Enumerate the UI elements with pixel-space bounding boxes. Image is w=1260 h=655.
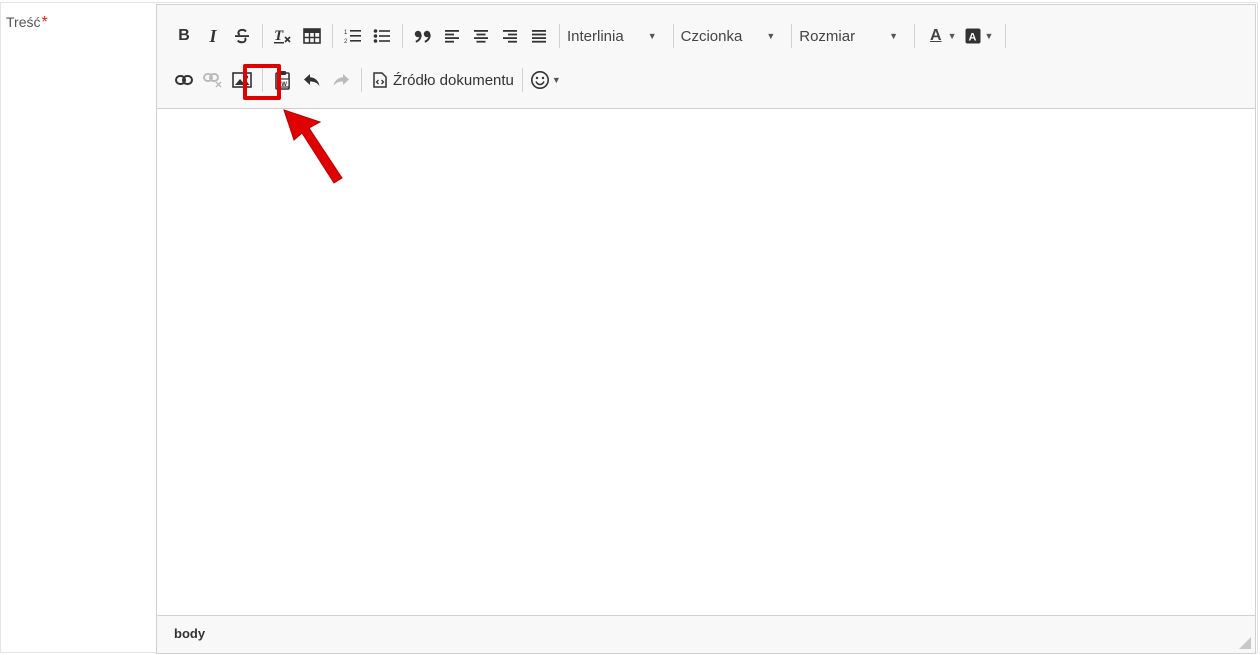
editor-content-area[interactable] — [157, 109, 1255, 616]
remove-format-icon: T — [274, 28, 291, 44]
strikethrough-icon — [235, 28, 249, 44]
element-path[interactable]: body — [174, 626, 205, 641]
svg-text:1: 1 — [344, 30, 348, 36]
table-button[interactable] — [299, 23, 325, 49]
justify-icon — [532, 30, 546, 43]
strikethrough-button[interactable] — [229, 23, 255, 49]
bold-button[interactable]: B — [171, 23, 197, 49]
editor-toolbar: B I T 1 2 Interlinia ▼ Czcionka ▼ Rozmia… — [157, 5, 1255, 109]
align-right-icon — [503, 30, 517, 43]
image-button-highlight — [243, 64, 281, 100]
redo-button[interactable] — [328, 67, 354, 93]
caret-down-icon: ▼ — [766, 31, 776, 41]
align-center-button[interactable] — [468, 23, 494, 49]
caret-down-icon: ▼ — [984, 31, 994, 41]
pointer-arrow-icon — [283, 109, 343, 184]
line-height-dropdown[interactable]: Interlinia ▼ — [567, 22, 667, 50]
align-center-icon — [474, 30, 488, 43]
unlink-icon — [203, 73, 222, 88]
caret-down-icon: ▼ — [551, 75, 561, 85]
svg-text:2: 2 — [344, 39, 348, 45]
font-label: Czcionka — [680, 27, 743, 45]
toolbar-separator — [914, 24, 916, 48]
toolbar-separator — [402, 24, 403, 48]
toolbar-separator — [521, 68, 523, 92]
bulleted-list-button[interactable] — [369, 23, 395, 49]
numbered-list-icon: 1 2 — [344, 30, 361, 45]
toolbar-separator — [332, 24, 333, 48]
remove-format-button[interactable]: T — [270, 23, 296, 49]
toolbar-row-1: B I T 1 2 Interlinia ▼ Czcionka ▼ Rozmia… — [171, 19, 1013, 53]
align-right-button[interactable] — [497, 23, 523, 49]
quote-icon — [414, 30, 431, 43]
redo-icon — [333, 74, 349, 86]
field-label: Treść* — [6, 14, 48, 32]
caret-down-icon: ▼ — [947, 31, 957, 41]
justify-button[interactable] — [526, 23, 552, 49]
toolbar-separator — [1005, 24, 1007, 48]
font-dropdown[interactable]: Czcionka ▼ — [681, 22, 786, 50]
unlink-button[interactable] — [200, 67, 226, 93]
font-size-label: Rozmiar — [799, 27, 856, 45]
background-color-button[interactable]: A ▼ — [965, 22, 1000, 50]
source-icon — [373, 72, 387, 88]
toolbar-separator — [791, 24, 793, 48]
align-left-button[interactable] — [439, 23, 465, 49]
link-icon — [175, 75, 193, 85]
bulleted-list-icon — [373, 29, 390, 43]
smiley-icon — [530, 71, 549, 89]
toolbar-separator — [262, 24, 263, 48]
undo-button[interactable] — [299, 67, 325, 93]
text-color-button[interactable]: A ▼ — [922, 22, 962, 50]
svg-text:A: A — [968, 32, 976, 44]
link-button[interactable] — [171, 67, 197, 93]
editor-statusbar: body — [157, 615, 1255, 653]
svg-text:T: T — [274, 28, 284, 44]
caret-down-icon: ▼ — [889, 31, 899, 41]
blockquote-button[interactable] — [410, 23, 436, 49]
background-color-icon: A — [965, 28, 980, 44]
emoji-button[interactable]: ▼ — [530, 66, 561, 94]
line-height-label: Interlinia — [567, 27, 624, 45]
svg-text:W: W — [281, 82, 287, 88]
toolbar-separator — [559, 24, 560, 48]
font-size-dropdown[interactable]: Rozmiar ▼ — [799, 22, 908, 50]
toolbar-separator — [672, 24, 674, 48]
undo-icon — [304, 74, 320, 86]
resize-handle-icon[interactable] — [1239, 637, 1251, 649]
italic-button[interactable]: I — [200, 23, 226, 49]
toolbar-separator — [361, 68, 362, 92]
field-label-text: Treść — [6, 14, 41, 30]
table-icon — [303, 28, 321, 44]
text-color-icon: A — [930, 27, 942, 44]
caret-down-icon: ▼ — [647, 31, 657, 41]
align-left-icon — [445, 30, 459, 43]
numbered-list-button[interactable]: 1 2 — [340, 23, 366, 49]
rich-text-editor: B I T 1 2 Interlinia ▼ Czcionka ▼ Rozmia… — [156, 4, 1256, 654]
source-label: Źródło dokumentu — [393, 71, 514, 89]
required-marker: * — [41, 14, 48, 31]
toolbar-row-2: W Źródło dokumentu ▼ — [171, 63, 563, 97]
source-button[interactable]: Źródło dokumentu — [369, 72, 518, 89]
